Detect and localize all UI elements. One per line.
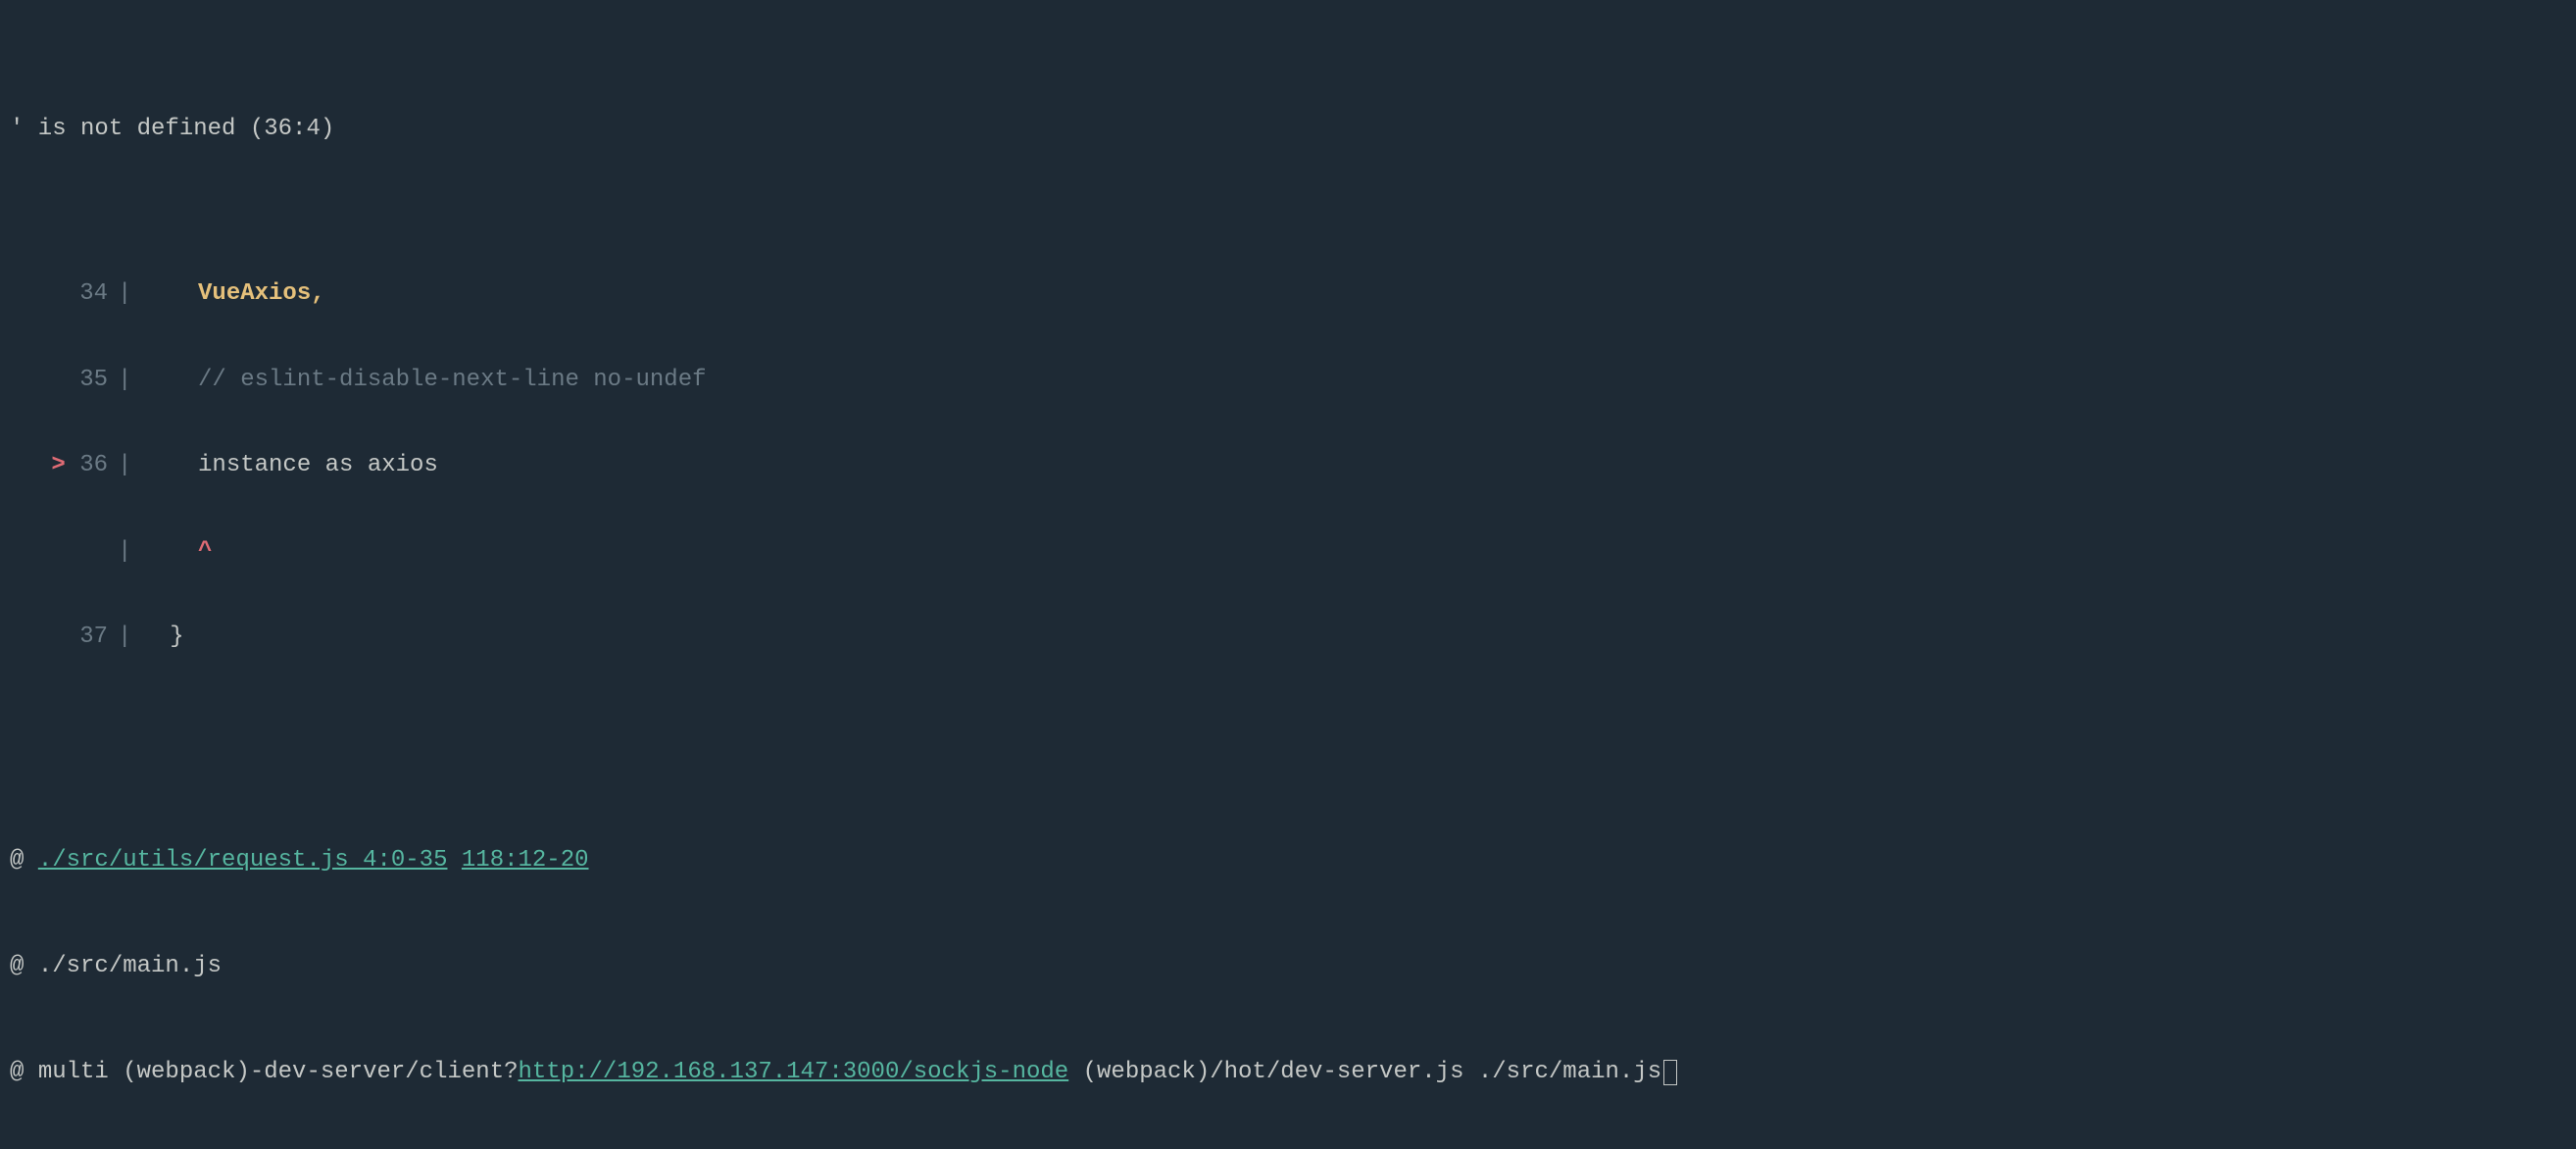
- code-content: VueAxios,: [141, 277, 2576, 311]
- code-line: 34| VueAxios,: [10, 277, 2576, 311]
- code-line: > 36| instance as axios: [10, 449, 2576, 482]
- trace-line: @ ./src/main.js: [10, 949, 2576, 984]
- code-content: // eslint-disable-next-line no-undef: [141, 364, 2576, 397]
- trace-link[interactable]: 118:12-20: [462, 847, 589, 874]
- line-gutter: 34: [10, 277, 108, 311]
- trace-line: @ multi (webpack)-dev-server/client?http…: [10, 1055, 2576, 1090]
- at-symbol: @: [10, 953, 38, 979]
- error-arrow-icon: >: [51, 452, 79, 478]
- gutter-pipe: |: [108, 449, 141, 482]
- at-symbol: @: [10, 1059, 38, 1085]
- gutter-pipe: |: [108, 621, 141, 654]
- code-line: 37| }: [10, 621, 2576, 654]
- gutter-pipe: |: [108, 535, 141, 569]
- at-symbol: @: [10, 847, 38, 874]
- code-content: instance as axios: [141, 449, 2576, 482]
- code-line: 35| // eslint-disable-next-line no-undef: [10, 364, 2576, 397]
- error-title: ' is not defined (36:4): [0, 106, 2576, 142]
- trace-link[interactable]: ./src/utils/request.js 4:0-35: [38, 847, 448, 874]
- url-link[interactable]: http://192.168.137.147:3000/sockjs-node: [519, 1059, 1069, 1085]
- cursor-icon: [1663, 1060, 1677, 1085]
- trace-path: ./src/main.js: [38, 953, 222, 979]
- line-gutter: 35: [10, 364, 108, 397]
- caret-icon: ^: [198, 538, 212, 565]
- code-block: 34| VueAxios, 35| // eslint-disable-next…: [0, 195, 2576, 690]
- code-content: ^: [141, 535, 2576, 569]
- code-content: }: [141, 621, 2576, 654]
- trace-prefix: multi (webpack)-dev-server/client?: [38, 1059, 519, 1085]
- line-gutter: > 36: [10, 449, 108, 482]
- line-gutter: [10, 535, 108, 569]
- trace-suffix: (webpack)/hot/dev-server.js ./src/main.j…: [1068, 1059, 1661, 1085]
- code-line: | ^: [10, 535, 2576, 569]
- gutter-pipe: |: [108, 364, 141, 397]
- gutter-pipe: |: [108, 277, 141, 311]
- line-gutter: 37: [10, 621, 108, 654]
- stack-trace: @ ./src/utils/request.js 4:0-35 118:12-2…: [0, 743, 2576, 1135]
- trace-line: @ ./src/utils/request.js 4:0-35 118:12-2…: [10, 843, 2576, 878]
